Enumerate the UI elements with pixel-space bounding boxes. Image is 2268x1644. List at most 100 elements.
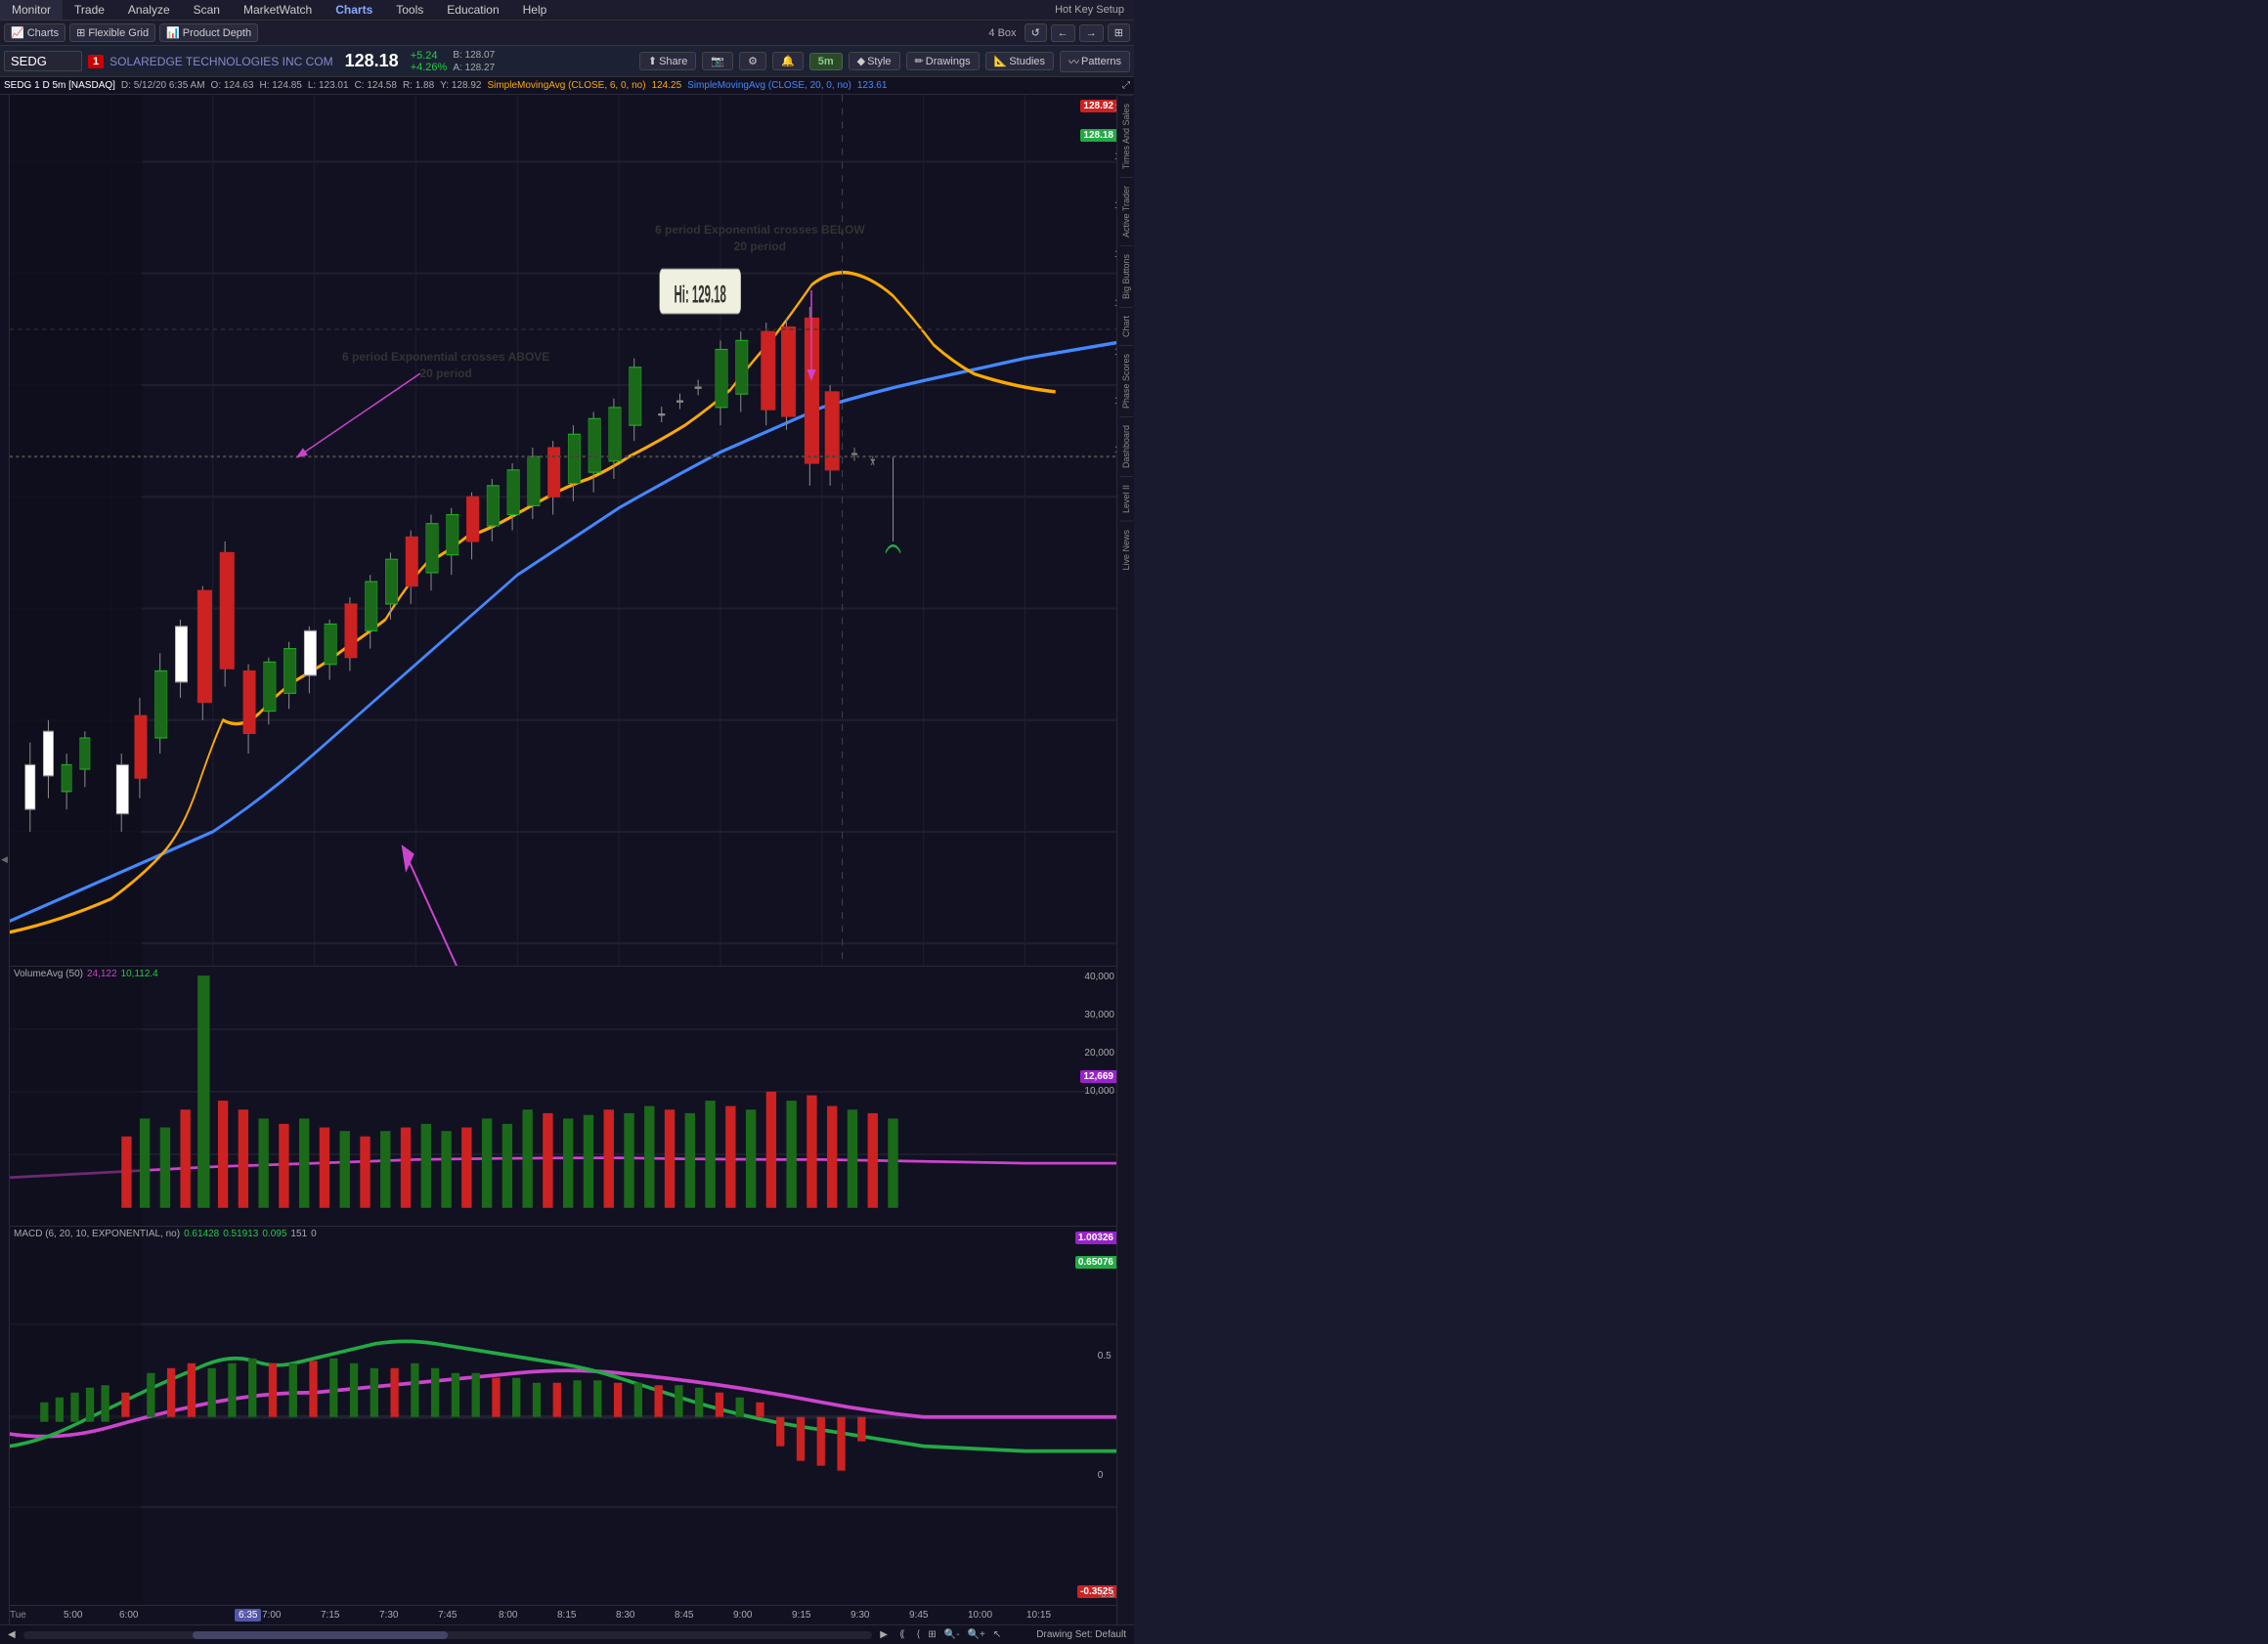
high-val: H: 124.85 bbox=[259, 80, 301, 91]
drawings-button[interactable]: ✏ Drawings bbox=[906, 52, 980, 70]
studies-button[interactable]: 📐 Studies bbox=[985, 52, 1054, 70]
tab-phase-scores[interactable]: Phase Scores bbox=[1119, 345, 1133, 416]
studies-icon: 📐 bbox=[994, 55, 1008, 67]
drawings-icon: ✏ bbox=[915, 55, 924, 67]
flexible-grid-button[interactable]: ⊞ Flexible Grid bbox=[69, 23, 155, 42]
style-button[interactable]: ◆ Style bbox=[849, 52, 900, 70]
collapse-left[interactable]: ◀ bbox=[0, 95, 10, 1624]
scrollbar[interactable] bbox=[23, 1631, 873, 1639]
low-val: L: 123.01 bbox=[308, 80, 349, 91]
price-change: +5.24 +4.26% bbox=[411, 50, 448, 73]
alert-badge: 1 bbox=[88, 55, 104, 68]
menu-monitor[interactable]: Monitor bbox=[0, 0, 63, 20]
svg-text:+: + bbox=[676, 385, 683, 419]
svg-text:*: * bbox=[870, 451, 875, 481]
tab-big-buttons[interactable]: Big Buttons bbox=[1119, 245, 1133, 307]
volume-chart[interactable]: VolumeAvg (50) 24,122 10,112.4 bbox=[10, 967, 1116, 1227]
status-bar: ◀ ▶ ⟪ ⟨ ⊞ 🔍- 🔍+ ↖ Drawing Set: Default bbox=[0, 1624, 1134, 1644]
charts-button[interactable]: 📈 Charts bbox=[4, 23, 65, 42]
svg-text:Hi: 129.18: Hi: 129.18 bbox=[675, 281, 726, 309]
chart-info-bar: SEDG 1 D 5m [NASDAQ] D: 5/12/20 6:35 AM … bbox=[0, 77, 1134, 95]
patterns-button[interactable]: 〰 Patterns bbox=[1060, 51, 1130, 72]
menu-analyze[interactable]: Analyze bbox=[116, 0, 182, 20]
time-axis: 6:35 Tue 5:00 6:00 7:00 7:15 7:30 7:45 8… bbox=[10, 1605, 1116, 1624]
alert-button[interactable]: 🔔 bbox=[772, 52, 804, 70]
menu-charts[interactable]: Charts bbox=[324, 0, 384, 20]
tab-times-and-sales[interactable]: Times And Sales bbox=[1119, 95, 1133, 177]
menu-trade[interactable]: Trade bbox=[63, 0, 116, 20]
zoom-out-btn[interactable]: 🔍- bbox=[944, 1629, 960, 1640]
nav-left-btn[interactable]: ⟪ bbox=[895, 1629, 909, 1640]
camera-button[interactable]: 📷 bbox=[702, 52, 733, 70]
change-abs: +5.24 bbox=[411, 50, 448, 62]
volume-label-strip: VolumeAvg (50) 24,122 10,112.4 bbox=[14, 969, 158, 979]
bid-ask: B: 128.07 A: 128.27 bbox=[453, 49, 495, 74]
settings-button[interactable]: ⚙ bbox=[739, 52, 766, 70]
date-val: D: 5/12/20 6:35 AM bbox=[121, 80, 205, 91]
range-val: R: 1.88 bbox=[403, 80, 434, 91]
camera-icon: 📷 bbox=[711, 55, 724, 67]
menu-tools[interactable]: Tools bbox=[384, 0, 435, 20]
svg-text:+: + bbox=[657, 399, 665, 433]
charts-icon: 📈 bbox=[11, 26, 24, 39]
symbol-detail: SEDG 1 D 5m [NASDAQ] bbox=[4, 80, 115, 91]
ma6-label: SimpleMovingAvg (CLOSE, 6, 0, no) bbox=[487, 80, 645, 91]
drawing-setup-label: Drawing Set: Default bbox=[1036, 1629, 1126, 1640]
share-icon: ⬆ bbox=[648, 55, 657, 67]
svg-text:+: + bbox=[694, 372, 702, 407]
gear-icon: ⚙ bbox=[748, 55, 758, 67]
macd-chart-svg bbox=[10, 1227, 1116, 1605]
share-button[interactable]: ⬆ Share bbox=[639, 52, 697, 70]
toolbar: 📈 Charts ⊞ Flexible Grid 📊 Product Depth… bbox=[0, 21, 1134, 46]
hotkey-setup[interactable]: Hot Key Setup bbox=[1045, 4, 1134, 16]
box-label: 4 Box bbox=[984, 27, 1020, 39]
timeframe-button[interactable]: 5m bbox=[809, 53, 843, 70]
macd-label: MACD (6, 20, 10, EXPONENTIAL, no) bbox=[14, 1229, 180, 1239]
left-button[interactable]: ← bbox=[1051, 24, 1075, 42]
menu-marketwatch[interactable]: MarketWatch bbox=[232, 0, 324, 20]
scroll-left-btn[interactable]: ◀ bbox=[8, 1629, 16, 1640]
macd-val1: 0.61428 bbox=[184, 1229, 219, 1239]
close-val: C: 124.58 bbox=[355, 80, 397, 91]
symbol-bar: 1 SOLAREDGE TECHNOLOGIES INC COM 128.18 … bbox=[0, 46, 1134, 77]
tab-dashboard[interactable]: Dashboard bbox=[1119, 416, 1133, 476]
layout-button[interactable]: ⊞ bbox=[1108, 23, 1130, 42]
zoom-in-btn[interactable]: 🔍+ bbox=[968, 1629, 985, 1640]
menu-education[interactable]: Education bbox=[435, 0, 510, 20]
menu-scan[interactable]: Scan bbox=[182, 0, 232, 20]
ma6-val: 124.25 bbox=[652, 80, 682, 91]
volume-chart-svg bbox=[10, 967, 1116, 1226]
svg-text:+: + bbox=[850, 440, 857, 470]
style-icon: ◆ bbox=[857, 55, 865, 67]
tab-chart[interactable]: Chart bbox=[1119, 307, 1133, 345]
cursor-btn[interactable]: ↖ bbox=[993, 1629, 1001, 1640]
tab-active-trader[interactable]: Active Trader bbox=[1119, 177, 1133, 245]
menu-help[interactable]: Help bbox=[511, 0, 559, 20]
nav-step-left-btn[interactable]: ⟨ bbox=[917, 1629, 921, 1640]
tab-level-ii[interactable]: Level II bbox=[1119, 476, 1133, 521]
right-button[interactable]: → bbox=[1079, 24, 1104, 42]
depth-icon: 📊 bbox=[166, 26, 180, 39]
ma20-val: 123.61 bbox=[857, 80, 888, 91]
ma20-label: SimpleMovingAvg (CLOSE, 20, 0, no) bbox=[687, 80, 851, 91]
scroll-right-btn[interactable]: ▶ bbox=[880, 1629, 888, 1640]
price-chart-svg: + + + + * bbox=[10, 95, 1116, 966]
macd-val2: 0.51913 bbox=[223, 1229, 258, 1239]
macd-val4: 151 bbox=[290, 1229, 307, 1239]
symbol-input[interactable] bbox=[4, 51, 82, 71]
menu-bar: Monitor Trade Analyze Scan MarketWatch C… bbox=[0, 0, 1134, 21]
volume-label: VolumeAvg (50) bbox=[14, 969, 83, 979]
fit-btn[interactable]: ⊞ bbox=[928, 1629, 936, 1640]
undo-button[interactable]: ↺ bbox=[1025, 23, 1047, 42]
macd-val5: 0 bbox=[311, 1229, 317, 1239]
macd-chart[interactable]: MACD (6, 20, 10, EXPONENTIAL, no) 0.6142… bbox=[10, 1227, 1116, 1605]
open-val: O: 124.63 bbox=[211, 80, 254, 91]
expand-icon[interactable]: ⤢ bbox=[1122, 80, 1130, 91]
tab-live-news[interactable]: Live News bbox=[1119, 521, 1133, 579]
y-val: Y: 128.92 bbox=[440, 80, 481, 91]
company-name: SOLAREDGE TECHNOLOGIES INC COM bbox=[109, 55, 333, 68]
product-depth-button[interactable]: 📊 Product Depth bbox=[159, 23, 258, 42]
chart-area: + + + + * bbox=[10, 95, 1116, 1624]
price-chart[interactable]: + + + + * bbox=[10, 95, 1116, 967]
macd-val3: 0.095 bbox=[262, 1229, 286, 1239]
